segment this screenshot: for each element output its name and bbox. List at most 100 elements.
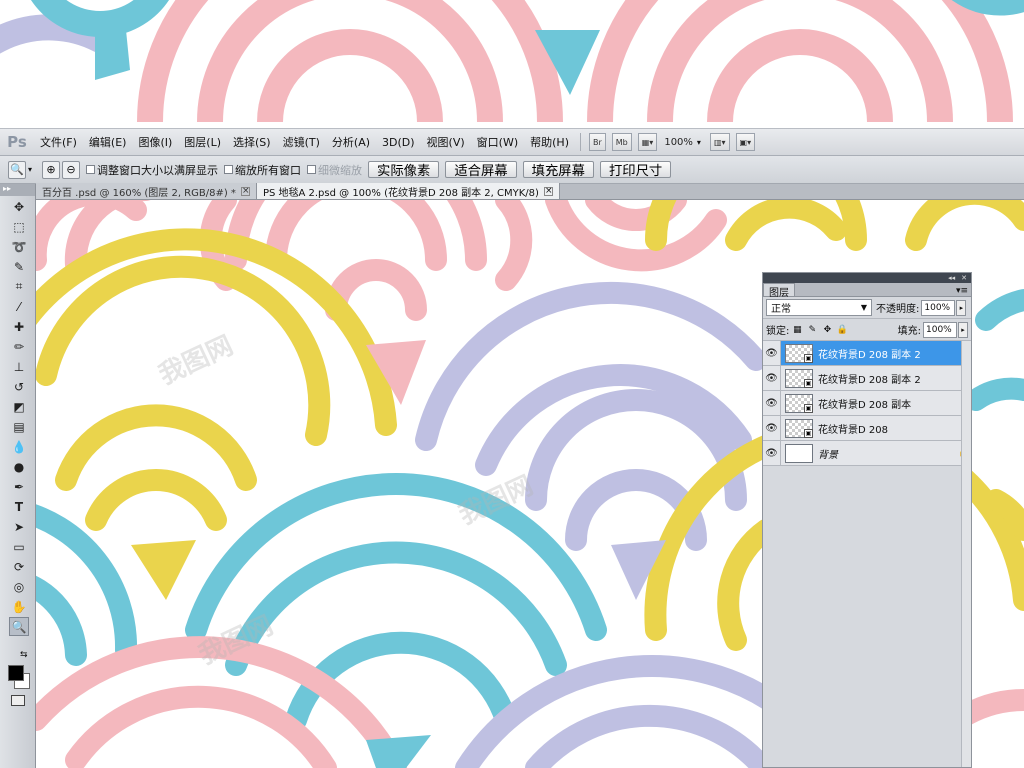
menu-help[interactable]: 帮助(H): [524, 134, 575, 150]
blend-mode-select[interactable]: 正常 ▼: [766, 299, 872, 316]
opacity-input[interactable]: 100%: [921, 299, 956, 316]
tool-preset-dropdown-icon[interactable]: ▾: [28, 165, 32, 174]
print-size-button[interactable]: 打印尺寸: [599, 161, 672, 178]
checkbox-box: [307, 165, 317, 174]
menu-file[interactable]: 文件(F): [34, 134, 83, 150]
brush-tool-icon[interactable]: ✏: [9, 337, 29, 356]
zoom-dropdown-icon[interactable]: ▾: [697, 138, 701, 147]
zoom-all-windows-checkbox[interactable]: 缩放所有窗口: [224, 162, 301, 178]
screen-mode-button[interactable]: ▣▾: [735, 133, 756, 151]
menu-filter[interactable]: 滤镜(T): [277, 134, 326, 150]
quick-mask-icon[interactable]: [11, 695, 25, 706]
smart-object-icon: ▣: [804, 428, 813, 438]
visibility-eye-icon[interactable]: 👁: [763, 441, 781, 465]
history-brush-tool-icon[interactable]: ↺: [9, 377, 29, 396]
layer-row[interactable]: 👁 背景 🔒: [763, 441, 971, 466]
layers-scrollbar[interactable]: [961, 341, 971, 767]
arrange-documents-button[interactable]: ▥▾: [709, 133, 730, 151]
menu-image[interactable]: 图像(I): [132, 134, 178, 150]
eyedropper-tool-icon[interactable]: ⁄: [9, 297, 29, 316]
lock-label: 锁定:: [766, 326, 790, 337]
document-tab-1[interactable]: 百分百 .psd @ 160% (图层 2, RGB/8#) * ×: [36, 183, 257, 199]
lock-position-icon[interactable]: ✥: [822, 325, 832, 335]
blur-tool-icon[interactable]: 💧: [9, 437, 29, 456]
mini-bridge-button[interactable]: Mb: [611, 133, 632, 151]
visibility-eye-icon[interactable]: 👁: [763, 366, 781, 390]
layer-row[interactable]: 👁 ▣ 花纹背景D 208: [763, 416, 971, 441]
menu-select[interactable]: 选择(S): [227, 134, 277, 150]
layer-row[interactable]: 👁 ▣ 花纹背景D 208 副本: [763, 391, 971, 416]
zoom-all-label: 缩放所有窗口: [235, 163, 302, 177]
layer-row[interactable]: 👁 ▣ 花纹背景D 208 副本 2: [763, 341, 971, 366]
fill-slider-button[interactable]: ▸: [958, 321, 968, 338]
hand-tool-icon[interactable]: ✋: [9, 597, 29, 616]
tab-layers[interactable]: 图层: [763, 283, 795, 299]
swap-colors-icon[interactable]: ⇆: [20, 650, 28, 660]
menu-layer[interactable]: 图层(L): [178, 134, 227, 150]
crop-tool-icon[interactable]: ⌗: [9, 277, 29, 296]
close-panel-icon[interactable]: ✕: [961, 274, 967, 282]
lock-all-icon[interactable]: 🔒: [837, 325, 848, 335]
eraser-tool-icon[interactable]: ◩: [9, 397, 29, 416]
visibility-eye-icon[interactable]: 👁: [763, 391, 781, 415]
panel-header: ◂◂ ✕: [763, 273, 971, 283]
menu-3d[interactable]: 3D(D): [376, 136, 421, 149]
menu-view[interactable]: 视图(V): [421, 134, 471, 150]
visibility-eye-icon[interactable]: 👁: [763, 416, 781, 440]
blend-row: 正常 ▼ 不透明度: 100% ▸: [763, 297, 971, 319]
view-extras-button[interactable]: ▦▾: [637, 133, 658, 151]
menu-analysis[interactable]: 分析(A): [326, 134, 376, 150]
close-icon[interactable]: ×: [543, 186, 553, 196]
3d-orbit-tool-icon[interactable]: ◎: [9, 577, 29, 596]
visibility-eye-icon[interactable]: 👁: [763, 341, 781, 365]
toolbox-grip[interactable]: ▸▸: [0, 184, 35, 196]
lasso-tool-icon[interactable]: ➰: [9, 237, 29, 256]
quick-select-tool-icon[interactable]: ✎: [9, 257, 29, 276]
panel-menu-icon[interactable]: ▾≡: [956, 286, 971, 296]
checkbox-box: [86, 165, 96, 174]
type-tool-icon[interactable]: T: [9, 497, 29, 516]
close-icon[interactable]: ×: [240, 186, 250, 196]
lock-transparent-icon[interactable]: ▦: [792, 325, 802, 335]
layer-row[interactable]: 👁 ▣ 花纹背景D 208 副本 2: [763, 366, 971, 391]
lock-image-icon[interactable]: ✎: [807, 325, 817, 335]
dodge-tool-icon[interactable]: ●: [9, 457, 29, 476]
bridge-button[interactable]: Br: [588, 133, 606, 151]
checkbox-box: [224, 165, 234, 174]
actual-pixels-button[interactable]: 实际像素: [368, 161, 440, 178]
layer-thumbnail: ▣: [785, 418, 813, 438]
scrubby-zoom-checkbox[interactable]: 细微缩放: [307, 162, 362, 178]
layer-name: 花纹背景D 208 副本 2: [818, 374, 921, 386]
tab-label: 百分百 .psd @ 160% (图层 2, RGB/8#) *: [42, 187, 236, 199]
zoom-in-icon[interactable]: ⊕: [42, 160, 61, 179]
3d-rotate-tool-icon[interactable]: ⟳: [9, 557, 29, 576]
toolbox: ▸▸ ✥ ⬚ ➰ ✎ ⌗ ⁄ ✚ ✏ ⊥ ↺ ◩ ▤ 💧 ● ✒ T ➤ ▭ ⟳…: [0, 184, 36, 768]
layer-name: 花纹背景D 208: [818, 424, 888, 436]
opacity-slider-button[interactable]: ▸: [956, 299, 967, 316]
move-tool-icon[interactable]: ✥: [9, 197, 29, 216]
fill-input[interactable]: 100%: [923, 321, 957, 338]
marquee-tool-icon[interactable]: ⬚: [9, 217, 29, 236]
fit-screen-button[interactable]: 适合屏幕: [445, 161, 517, 178]
smart-object-icon: ▣: [804, 378, 813, 388]
resize-windows-label: 调整窗口大小以满屏显示: [97, 163, 219, 177]
resize-windows-checkbox[interactable]: 调整窗口大小以满屏显示: [86, 162, 218, 178]
gradient-tool-icon[interactable]: ▤: [9, 417, 29, 436]
path-selection-tool-icon[interactable]: ➤: [9, 517, 29, 536]
zoom-tool-icon[interactable]: 🔍: [8, 160, 26, 179]
menu-separator: [579, 133, 581, 151]
fill-screen-button[interactable]: 填充屏幕: [522, 161, 594, 178]
zoom-tool-icon[interactable]: 🔍: [9, 617, 29, 636]
document-tab-2[interactable]: PS 地毯A 2.psd @ 100% (花纹背景D 208 副本 2, CMY…: [256, 183, 560, 199]
healing-brush-tool-icon[interactable]: ✚: [9, 317, 29, 336]
foreground-color-swatch[interactable]: [8, 665, 24, 681]
menu-edit[interactable]: 编辑(E): [83, 134, 133, 150]
shape-tool-icon[interactable]: ▭: [9, 537, 29, 556]
menu-window[interactable]: 窗口(W): [471, 134, 524, 150]
pen-tool-icon[interactable]: ✒: [9, 477, 29, 496]
zoom-out-icon[interactable]: ⊖: [62, 160, 81, 179]
zoom-level-select[interactable]: 100%: [664, 137, 693, 148]
collapse-panel-icon[interactable]: ◂◂: [948, 274, 955, 282]
layer-name: 花纹背景D 208 副本: [818, 399, 912, 411]
clone-stamp-tool-icon[interactable]: ⊥: [9, 357, 29, 376]
